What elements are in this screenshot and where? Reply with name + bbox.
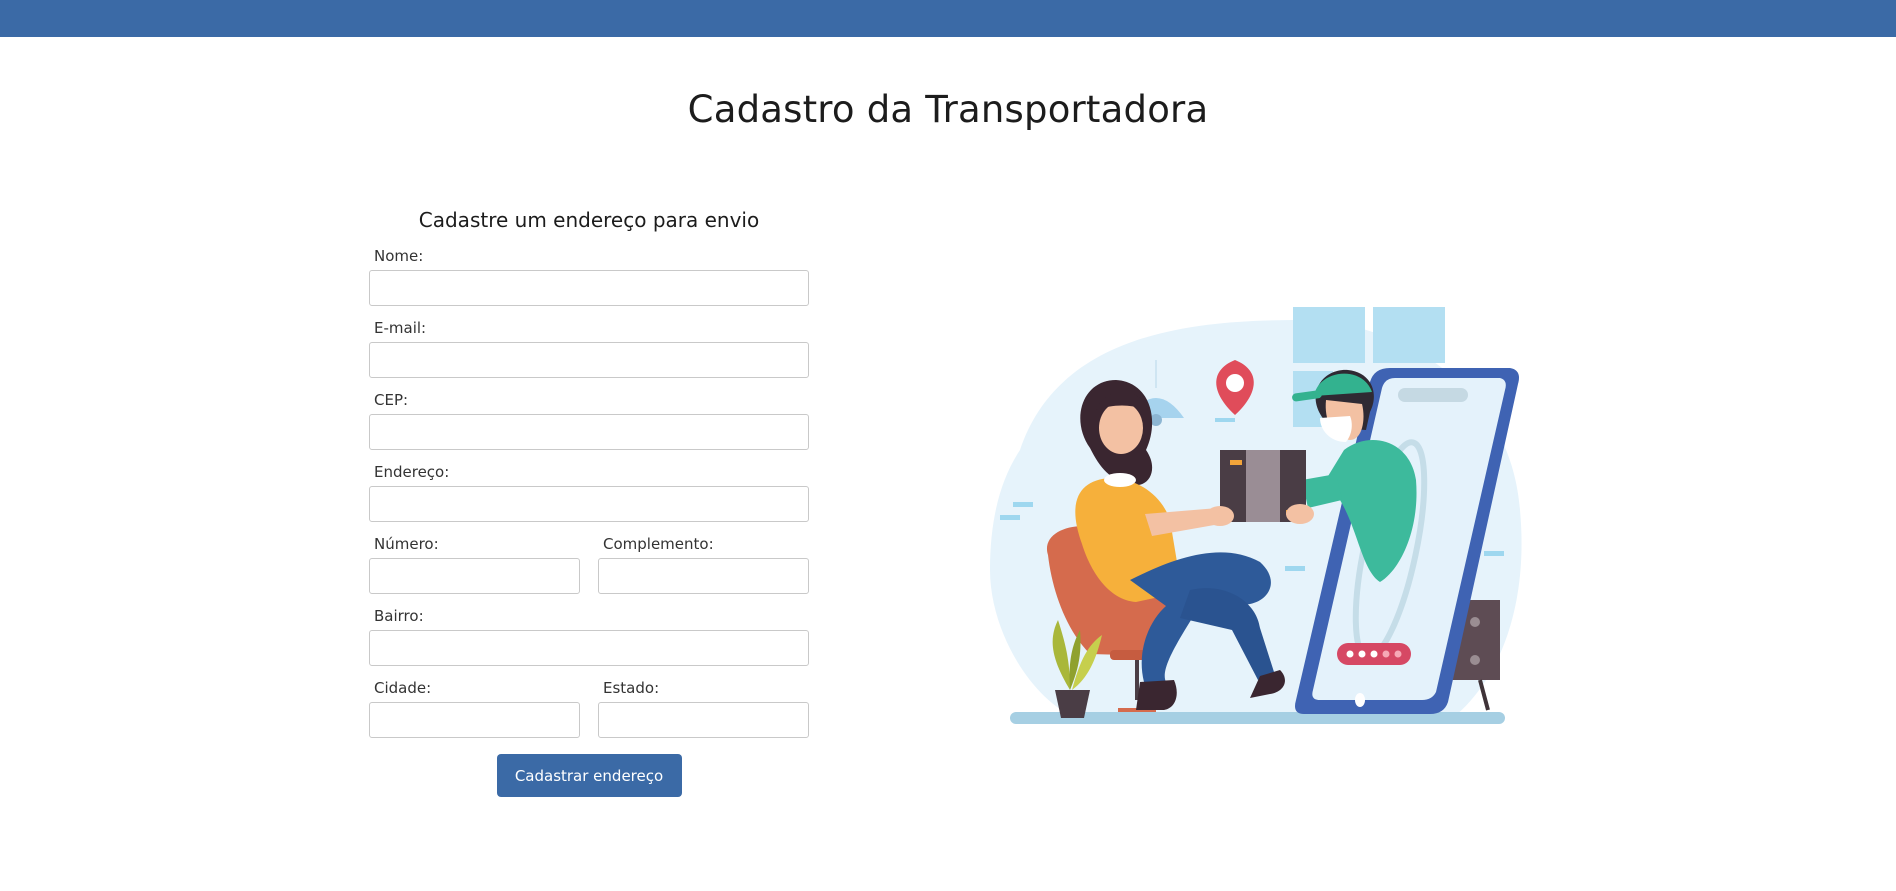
numero-label: Número: bbox=[374, 535, 439, 553]
nome-input[interactable] bbox=[369, 270, 809, 306]
bairro-field-group: Bairro: bbox=[369, 607, 809, 666]
cidade-field-group: Cidade: bbox=[369, 679, 580, 738]
nome-field-group: Nome: bbox=[369, 247, 809, 306]
complemento-field-group: Complemento: bbox=[598, 535, 809, 594]
cadastrar-endereco-button[interactable]: Cadastrar endereço bbox=[496, 754, 682, 797]
numero-complemento-row: Número: Complemento: bbox=[369, 535, 809, 607]
delivery-illustration-icon bbox=[990, 307, 1522, 724]
endereco-field-group: Endereço: bbox=[369, 463, 809, 522]
estado-field-group: Estado: bbox=[598, 679, 809, 738]
bairro-label: Bairro: bbox=[374, 607, 424, 625]
address-form: Cadastre um endereço para envio Nome: E-… bbox=[369, 208, 809, 797]
nome-label: Nome: bbox=[374, 247, 424, 265]
email-label: E-mail: bbox=[374, 319, 427, 337]
estado-input[interactable] bbox=[598, 702, 809, 738]
estado-label: Estado: bbox=[603, 679, 660, 697]
complemento-input[interactable] bbox=[598, 558, 809, 594]
endereco-label: Endereço: bbox=[374, 463, 450, 481]
cep-field-group: CEP: bbox=[369, 391, 809, 450]
cidade-input[interactable] bbox=[369, 702, 580, 738]
bairro-input[interactable] bbox=[369, 630, 809, 666]
page-title: Cadastro da Transportadora bbox=[687, 88, 1209, 131]
top-navbar bbox=[0, 0, 1896, 37]
cidade-label: Cidade: bbox=[374, 679, 432, 697]
complemento-label: Complemento: bbox=[603, 535, 714, 553]
endereco-input[interactable] bbox=[369, 486, 809, 522]
cidade-estado-row: Cidade: Estado: bbox=[369, 679, 809, 751]
numero-input[interactable] bbox=[369, 558, 580, 594]
cep-label: CEP: bbox=[374, 391, 409, 409]
numero-field-group: Número: bbox=[369, 535, 580, 594]
cep-input[interactable] bbox=[369, 414, 809, 450]
form-heading: Cadastre um endereço para envio bbox=[418, 208, 760, 232]
email-field-group: E-mail: bbox=[369, 319, 809, 378]
email-input[interactable] bbox=[369, 342, 809, 378]
